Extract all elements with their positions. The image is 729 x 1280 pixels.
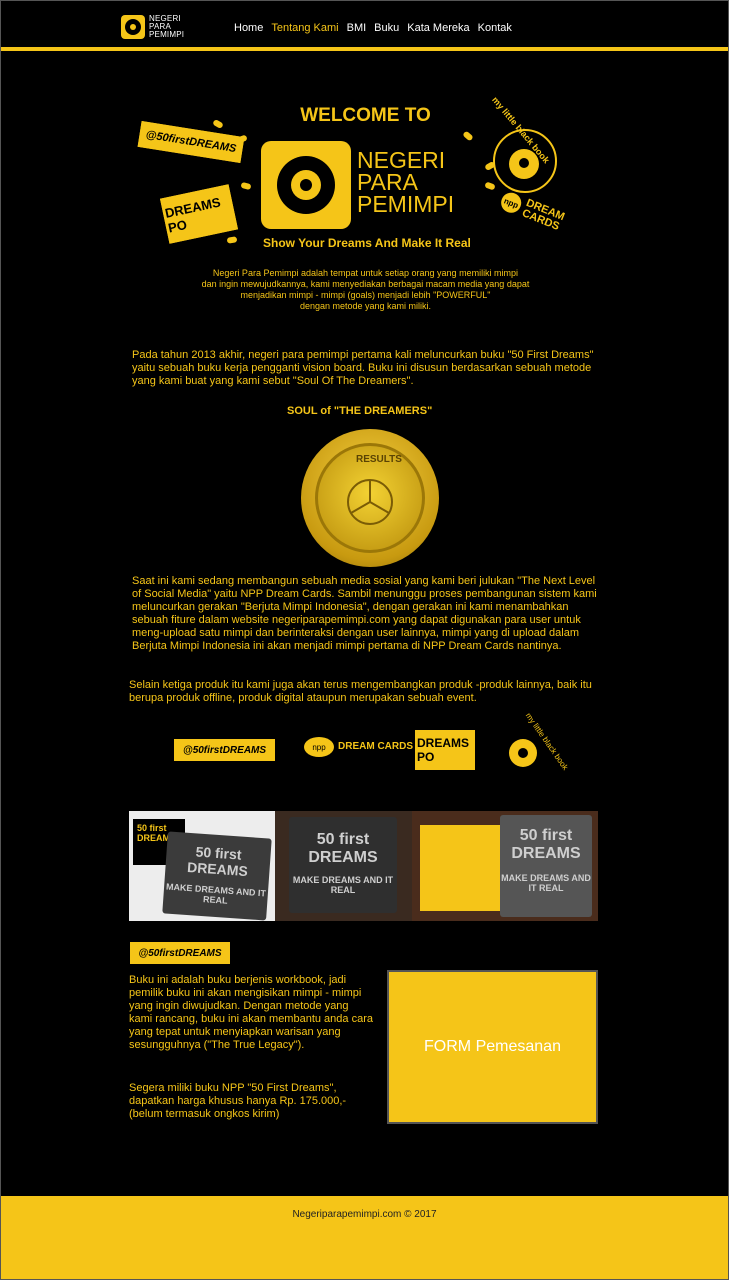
footer-copyright: Negeriparapemimpi.com © 2017: [292, 1209, 437, 1220]
sparkle-icon: [462, 130, 474, 142]
badge-npp-dream-cards: npp DREAM CARDS: [493, 178, 584, 251]
medal-inner: RESULTS: [315, 443, 425, 553]
sparkle-icon: [484, 181, 496, 191]
medal-emblem-icon: [347, 479, 393, 525]
product-npp-dream-cards[interactable]: npp DREAM CARDS: [304, 737, 413, 757]
book-description: Buku ini adalah buku berjenis workbook, …: [129, 974, 373, 1051]
book-photo-1: 50 first DREAMS 50 first DREAMS MAKE DRE…: [129, 811, 275, 921]
badge-50-first-dreams: @50firstDREAMS: [137, 121, 245, 163]
sparkle-icon: [226, 236, 238, 244]
nav-home[interactable]: Home: [234, 22, 263, 34]
book-photo-2: 50 first DREAMS MAKE DREAMS AND IT REAL: [275, 811, 412, 921]
product-50-first-dreams[interactable]: @50firstDREAMS: [174, 739, 275, 761]
book-offer: Segera miliki buku NPP "50 First Dreams"…: [129, 1082, 347, 1120]
book-logo-50-first-dreams: @50firstDREAMS: [130, 942, 230, 964]
main-nav: Home Tentang Kami BMI Buku Kata Mereka K…: [234, 22, 512, 34]
product-little-black-book[interactable]: my little black book: [505, 711, 570, 775]
black-book-icon: [509, 739, 537, 767]
paragraph-social-media: Saat ini kami sedang membangun sebuah me…: [132, 575, 597, 652]
site-header: NEGERI PARA PEMIMPI Home Tentang Kami BM…: [1, 1, 728, 51]
soul-of-the-dreamers-medal: SOUL of "THE DREAMERS" RESULTS: [287, 405, 441, 567]
book-photo-3: 50 first DREAMS MAKE DREAMS AND IT REAL: [412, 811, 598, 921]
intro-text: Negeri Para Pemimpi adalah tempat untuk …: [201, 268, 530, 311]
sparkle-icon: [240, 181, 252, 191]
book-photo-strip: 50 first DREAMS 50 first DREAMS MAKE DRE…: [129, 811, 598, 921]
nav-tentang-kami[interactable]: Tentang Kami: [271, 22, 338, 34]
soul-arc-text: SOUL of "THE DREAMERS": [287, 405, 433, 417]
paragraph-history: Pada tahun 2013 akhir, negeri para pemim…: [132, 349, 594, 387]
page-frame: NEGERI PARA PEMIMPI Home Tentang Kami BM…: [0, 0, 729, 1280]
nav-kontak[interactable]: Kontak: [478, 22, 512, 34]
paragraph-other-products: Selain ketiga produk itu kami juga akan …: [129, 679, 592, 704]
hero-tagline: Show Your Dreams And Make It Real: [263, 236, 471, 250]
welcome-heading: WELCOME TO: [300, 105, 431, 126]
nav-kata-mereka[interactable]: Kata Mereka: [407, 22, 469, 34]
hero-logo-icon: [261, 141, 351, 229]
nav-buku[interactable]: Buku: [374, 22, 399, 34]
order-form-button[interactable]: FORM Pemesanan: [387, 970, 598, 1124]
badge-dreams-po: DREAMS PO: [159, 184, 239, 244]
brand-mark-icon: [121, 15, 145, 39]
hero-title: NEGERI PARA PEMIMPI: [357, 147, 455, 217]
product-dreams-po[interactable]: DREAMS PO: [415, 730, 475, 770]
brand-text: NEGERI PARA PEMIMPI: [149, 14, 185, 39]
brand-logo[interactable]: NEGERI PARA PEMIMPI: [121, 15, 184, 39]
nav-bmi[interactable]: BMI: [347, 22, 367, 34]
